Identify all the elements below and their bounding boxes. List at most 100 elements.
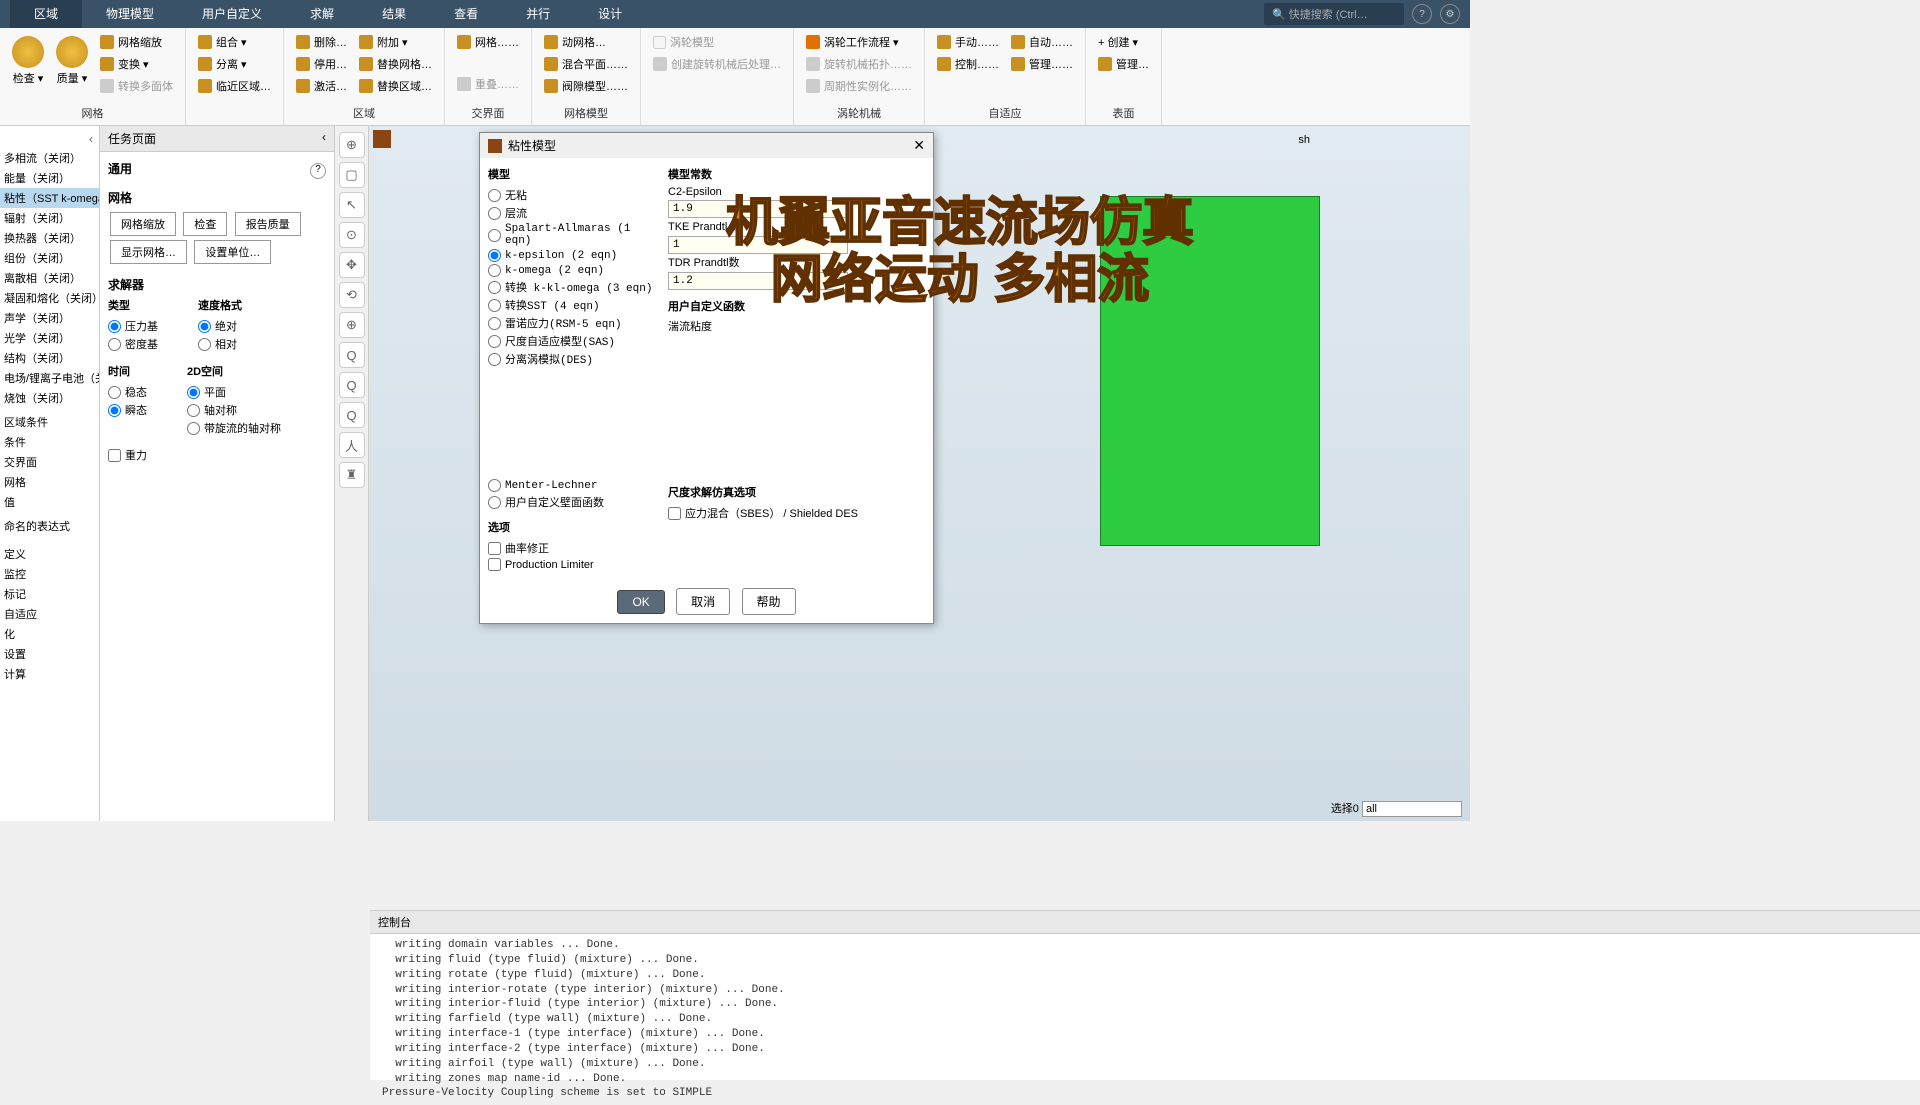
deactivate-button[interactable]: 停用… — [292, 54, 351, 74]
relative-radio[interactable]: 相对 — [198, 335, 242, 353]
view-tool-button[interactable]: ⊙ — [339, 222, 365, 248]
view-tool-button[interactable]: ✥ — [339, 252, 365, 278]
tree-item[interactable]: 辐射（关闭） — [0, 208, 99, 228]
cancel-button[interactable]: 取消 — [676, 588, 730, 615]
manual-adapt-button[interactable]: 手动…… — [933, 32, 1003, 52]
delete-button[interactable]: 删除… — [292, 32, 351, 52]
control-adapt-button[interactable]: 控制…… — [933, 54, 1003, 74]
view-tool-button[interactable]: ♜ — [339, 462, 365, 488]
model-radio[interactable]: 用户自定义壁面函数 — [488, 493, 658, 511]
menu-tab-region[interactable]: 区域 — [10, 0, 82, 28]
menu-tab-results[interactable]: 结果 — [358, 0, 430, 28]
units-button[interactable]: 设置单位… — [194, 240, 271, 264]
display-mesh-button[interactable]: 显示网格… — [110, 240, 187, 264]
ok-button[interactable]: OK — [617, 590, 664, 614]
view-tool-button[interactable]: Q — [339, 402, 365, 428]
replace-mesh-button[interactable]: 替换网格… — [355, 54, 436, 74]
model-radio[interactable]: 雷诺应力(RSM-5 eqn) — [488, 314, 658, 332]
graphics-viewport[interactable]: sh 粘性模型 ✕ 模型 无粘层流Spalart-Allmaras (1 eqn… — [369, 126, 1470, 821]
view-tool-button[interactable]: 人 — [339, 432, 365, 458]
absolute-radio[interactable]: 绝对 — [198, 317, 242, 335]
model-radio[interactable]: 尺度自适应模型(SAS) — [488, 332, 658, 350]
tree-item[interactable]: 标记 — [0, 584, 99, 604]
model-radio[interactable]: Menter-Lechner — [488, 478, 658, 493]
quick-search-input[interactable]: 🔍 快捷搜索 (Ctrl… — [1264, 3, 1404, 25]
model-radio[interactable]: 层流 — [488, 204, 658, 222]
curvature-checkbox[interactable]: 曲率修正 — [488, 539, 658, 557]
collapse-tree-icon[interactable]: ‹ — [0, 130, 99, 148]
planar-radio[interactable]: 平面 — [187, 383, 281, 401]
model-radio[interactable]: 转换SST (4 eqn) — [488, 296, 658, 314]
model-radio[interactable]: Spalart-Allmaras (1 eqn) — [488, 222, 658, 248]
tree-item[interactable]: 粘性（SST k-omega — [0, 188, 99, 208]
menu-tab-udf[interactable]: 用户自定义 — [178, 0, 286, 28]
help-icon[interactable]: ? — [1412, 4, 1432, 24]
tree-item[interactable]: 离散相（关闭） — [0, 268, 99, 288]
turbo-workflow-button[interactable]: 涡轮工作流程 ▾ — [802, 32, 916, 52]
model-radio[interactable]: k-epsilon (2 eqn) — [488, 248, 658, 263]
pressure-based-radio[interactable]: 压力基 — [108, 317, 158, 335]
settings-icon[interactable]: ⚙ — [1440, 4, 1460, 24]
menu-tab-parallel[interactable]: 并行 — [502, 0, 574, 28]
menu-tab-solve[interactable]: 求解 — [286, 0, 358, 28]
help-icon[interactable]: ? — [310, 163, 326, 179]
check-button[interactable]: 检查 ▾ — [8, 32, 48, 105]
tree-item[interactable]: 电场/锂离子电池（关 — [0, 368, 99, 388]
menu-tab-view[interactable]: 查看 — [430, 0, 502, 28]
tree-item[interactable]: 多相流（关闭） — [0, 148, 99, 168]
view-tool-button[interactable]: ⊕ — [339, 312, 365, 338]
tree-item[interactable]: 声学（关闭） — [0, 308, 99, 328]
tree-item[interactable]: 光学（关闭） — [0, 328, 99, 348]
sbes-checkbox[interactable]: 应力混合（SBES） / Shielded DES — [668, 504, 925, 522]
steady-radio[interactable]: 稳态 — [108, 383, 147, 401]
tree-item[interactable]: 计算 — [0, 664, 99, 684]
tree-item[interactable]: 组份（关闭） — [0, 248, 99, 268]
taskpane-collapse-icon[interactable]: ‹ — [322, 130, 326, 147]
help-button[interactable]: 帮助 — [742, 588, 796, 615]
view-tool-button[interactable]: ↖ — [339, 192, 365, 218]
tree-item[interactable]: 设置 — [0, 644, 99, 664]
tree-item[interactable]: 监控 — [0, 564, 99, 584]
menu-tab-physics[interactable]: 物理模型 — [82, 0, 178, 28]
combine-button[interactable]: 组合 ▾ — [194, 32, 275, 52]
append-button[interactable]: 附加 ▾ — [355, 32, 436, 52]
dynamic-mesh-button[interactable]: 动网格… — [540, 32, 632, 52]
view-tool-button[interactable]: ⟲ — [339, 282, 365, 308]
manage-adapt-button[interactable]: 管理…… — [1007, 54, 1077, 74]
axisym-swirl-radio[interactable]: 带旋流的轴对称 — [187, 419, 281, 437]
production-limiter-checkbox[interactable]: Production Limiter — [488, 557, 658, 572]
manage-surface-button[interactable]: 管理… — [1094, 54, 1153, 74]
constant-input[interactable] — [668, 236, 848, 254]
menu-tab-design[interactable]: 设计 — [574, 0, 646, 28]
auto-adapt-button[interactable]: 自动…… — [1007, 32, 1077, 52]
tree-item[interactable]: 网格 — [0, 472, 99, 492]
check-mesh-button[interactable]: 检查 — [183, 212, 227, 236]
separate-button[interactable]: 分离 ▾ — [194, 54, 275, 74]
adjacent-button[interactable]: 临近区域… — [194, 76, 275, 96]
transient-radio[interactable]: 瞬态 — [108, 401, 147, 419]
model-radio[interactable]: 分离涡模拟(DES) — [488, 350, 658, 368]
tree-item[interactable]: 交界面 — [0, 452, 99, 472]
tree-item[interactable]: 换热器（关闭） — [0, 228, 99, 248]
close-icon[interactable]: ✕ — [913, 137, 925, 154]
activate-button[interactable]: 激活… — [292, 76, 351, 96]
tree-item[interactable]: 能量（关闭） — [0, 168, 99, 188]
tree-item[interactable]: 值 — [0, 492, 99, 512]
mesh-interface-button[interactable]: 网格…… — [453, 32, 523, 52]
model-radio[interactable]: k-omega (2 eqn) — [488, 263, 658, 278]
axisym-radio[interactable]: 轴对称 — [187, 401, 281, 419]
view-tool-button[interactable]: ▢ — [339, 162, 365, 188]
tree-item[interactable]: 命名的表达式 — [0, 516, 99, 536]
model-radio[interactable]: 无粘 — [488, 186, 658, 204]
view-tool-button[interactable]: ⊕ — [339, 132, 365, 158]
tree-item[interactable]: 自适应 — [0, 604, 99, 624]
selection-input[interactable] — [1362, 801, 1462, 817]
create-surface-button[interactable]: + 创建 ▾ — [1094, 32, 1153, 52]
constant-input[interactable] — [668, 200, 848, 218]
constant-input[interactable] — [668, 272, 848, 290]
tree-item[interactable]: 结构（关闭） — [0, 348, 99, 368]
gap-model-button[interactable]: 阀隙模型…… — [540, 76, 632, 96]
overset-button[interactable]: 重叠…… — [453, 74, 523, 94]
model-radio[interactable]: 转换 k-kl-omega (3 eqn) — [488, 278, 658, 296]
report-quality-button[interactable]: 报告质量 — [235, 212, 301, 236]
